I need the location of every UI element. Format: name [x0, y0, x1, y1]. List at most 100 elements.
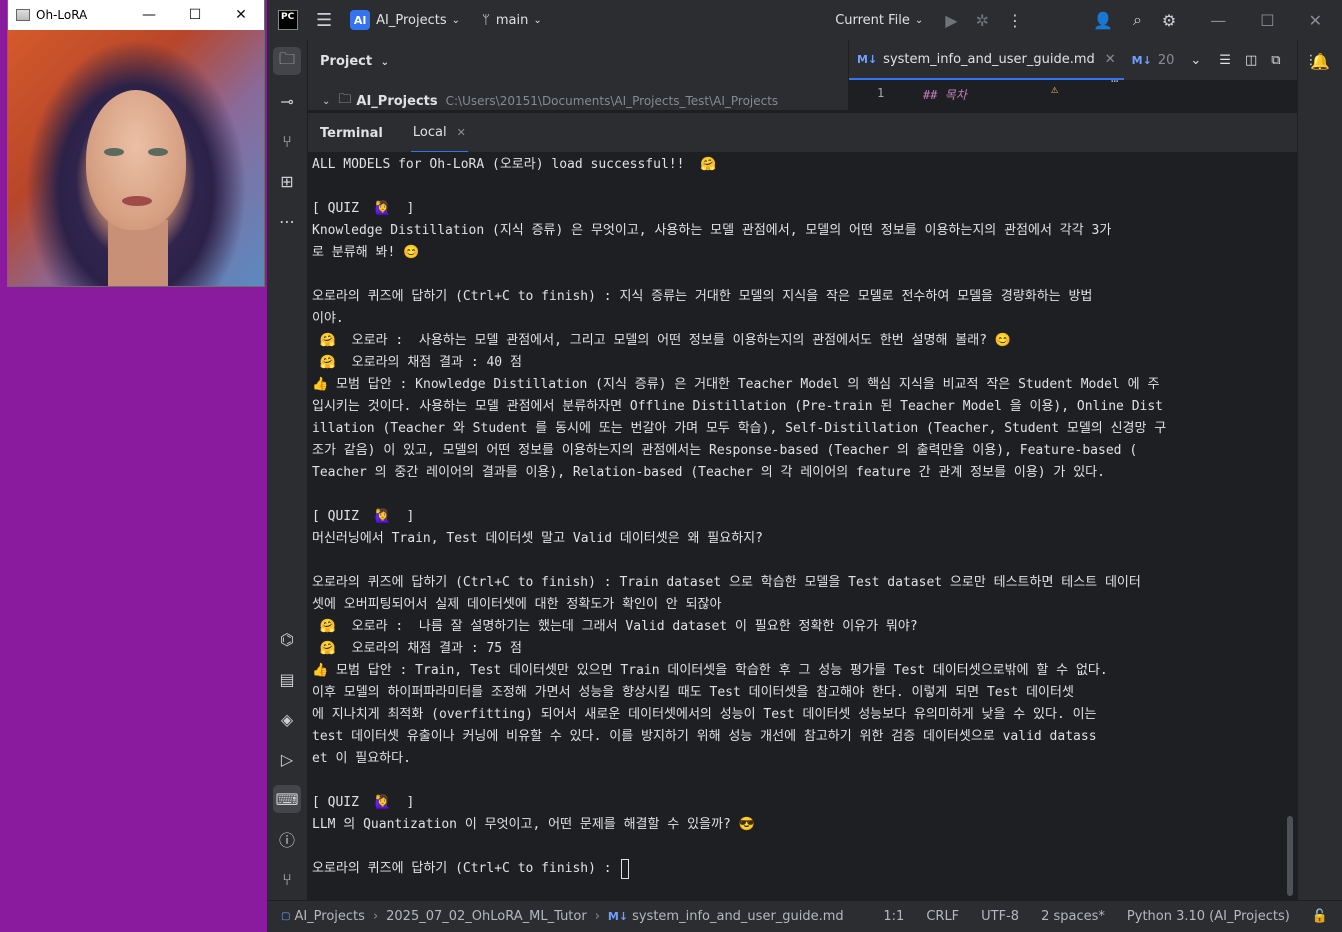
terminal-tab-label: Local	[412, 124, 447, 140]
terminal-header: Terminal Local ✕	[308, 112, 1297, 153]
terminal-scrollbar[interactable]	[1287, 816, 1293, 896]
breadcrumb-separator: ›	[594, 909, 600, 924]
project-root-path: C:\Users\20151\Documents\AI_Projects_Tes…	[445, 94, 779, 108]
window-minimize-button[interactable]: —	[1210, 11, 1226, 30]
project-panel-header[interactable]: Project ⌄	[320, 54, 389, 69]
python-interpreter[interactable]: Python 3.10 (AI_Projects)	[1127, 909, 1290, 924]
close-tab-icon[interactable]: ✕	[457, 126, 466, 139]
maximize-button[interactable]: ☐	[172, 0, 218, 30]
chevron-down-icon: ⌄	[914, 14, 924, 26]
list-view-icon[interactable]: ☰	[1219, 53, 1231, 68]
terminal-prompt: 오로라의 퀴즈에 답하기 (Ctrl+C to finish) :	[312, 861, 620, 876]
tabs-dropdown-chevron-icon[interactable]: ⌄	[1190, 53, 1201, 68]
lock-icon[interactable]: 🔓	[1312, 909, 1328, 924]
ohlora-title: Oh-LoRA	[36, 8, 88, 22]
excel-icon[interactable]: ▤	[273, 665, 301, 693]
editor-more-icon[interactable]: ⋮	[1305, 53, 1318, 68]
settings-gear-icon[interactable]: ⚙	[1162, 11, 1176, 30]
terminal-prompt-line[interactable]: 오로라의 퀴즈에 답하기 (Ctrl+C to finish) :	[312, 858, 1287, 880]
status-bar: ▢ AI_Projects › 2025_07_02_OhLoRA_ML_Tut…	[267, 900, 1342, 932]
project-panel-title: Project	[320, 54, 373, 69]
run-config-label: Current File	[835, 12, 910, 28]
terminal-line: 오로라의 퀴즈에 답하기 (Ctrl+C to finish) : 지식 증류는…	[312, 289, 1093, 304]
editor-content[interactable]: 1 ## 목차 ⚠ ⋯	[849, 74, 1297, 110]
terminal-title: Terminal	[320, 125, 383, 141]
terminal-line: 🤗 오로라의 채점 결과 : 40 점	[312, 355, 522, 370]
problems-icon[interactable]: ⓘ	[273, 825, 301, 853]
chevron-down-icon: ⌄	[380, 57, 389, 68]
editor-tab-label: system_info_and_user_guide.md	[883, 51, 1095, 67]
editor-tab-second[interactable]: M↓ 20	[1124, 40, 1183, 80]
terminal-tab-local[interactable]: Local ✕	[410, 113, 468, 153]
breadcrumb-folder[interactable]: 2025_07_02_OhLoRA_ML_Tutor	[386, 909, 587, 924]
terminal-line: [ QUIZ 🙋‍♀️ ]	[312, 201, 415, 216]
layers-icon[interactable]: ◈	[273, 705, 301, 733]
add-user-icon[interactable]: 👤	[1093, 11, 1113, 30]
preview-icon[interactable]: ⧉	[1271, 53, 1280, 68]
indent-setting[interactable]: 2 spaces*	[1041, 909, 1105, 924]
run-config-selector[interactable]: Current File ⌄	[835, 13, 923, 28]
terminal-output[interactable]: ALL MODELS for Oh-LoRA (오로라) load succes…	[308, 152, 1297, 900]
terminal-line: 오로라의 퀴즈에 답하기 (Ctrl+C to finish) : Train …	[312, 575, 1141, 590]
branch-name: main	[495, 12, 529, 28]
terminal-line: [ QUIZ 🙋‍♀️ ]	[312, 509, 415, 524]
debug-icon[interactable]: ✲	[976, 11, 989, 30]
line-ending[interactable]: CRLF	[926, 909, 959, 924]
status-right: 1:1 CRLF UTF-8 2 spaces* Python 3.10 (AI…	[861, 901, 1328, 932]
git-icon[interactable]: ⑂	[273, 865, 301, 893]
terminal-line: [ QUIZ 🙋‍♀️ ]	[312, 795, 415, 810]
code-line: ## 목차	[923, 88, 967, 102]
pull-requests-icon[interactable]: ⑂	[273, 127, 301, 155]
more-icon[interactable]: ⋮	[1007, 11, 1023, 30]
ohlora-window: Oh-LoRA — ☐ ✕	[8, 0, 264, 286]
more-tools-icon[interactable]: ⋯	[273, 207, 301, 235]
split-preview-icon[interactable]: ◫	[1245, 53, 1257, 68]
cursor-position[interactable]: 1:1	[883, 909, 904, 924]
project-root-name: AI_Projects	[356, 93, 438, 109]
project-tree-root[interactable]: ⌄ 🗀 AI_Projects C:\Users\20151\Documents…	[322, 90, 778, 112]
portrait-face	[86, 90, 186, 230]
file-encoding[interactable]: UTF-8	[981, 909, 1019, 924]
breadcrumb-project[interactable]: AI_Projects	[294, 909, 364, 924]
fold-more-icon[interactable]: ⋯	[1111, 74, 1118, 88]
close-button[interactable]: ✕	[218, 0, 264, 30]
run-icon[interactable]: ▶	[945, 11, 957, 30]
editor-tab-system-info[interactable]: M↓ system_info_and_user_guide.md ✕	[849, 40, 1124, 80]
project-switcher[interactable]: AI AI_Projects ⌄	[350, 10, 460, 30]
terminal-line: 입시키는 것이다. 사용하는 모델 관점에서 분류하자면 Offline Dis…	[312, 399, 1163, 414]
terminal-line: 👍 모범 답안 : Train, Test 데이터셋만 있으면 Train 데이…	[312, 663, 1108, 678]
top-right-actions: Current File ⌄ ▶ ✲ ⋮ 👤 ⌕ ⚙ — ☐ ✕	[835, 0, 1342, 40]
chevron-down-icon: ⌄	[533, 14, 542, 26]
structure-icon[interactable]: ⊞	[273, 167, 301, 195]
module-icon: ▢	[281, 911, 291, 922]
terminal-line: test 데이터셋 유출이나 커닝에 비유할 수 있다. 이를 방지하기 위해 …	[312, 729, 1097, 744]
close-tab-icon[interactable]: ✕	[1105, 52, 1116, 67]
ohlora-titlebar[interactable]: Oh-LoRA — ☐ ✕	[8, 0, 264, 30]
minimize-button[interactable]: —	[126, 0, 172, 30]
window-close-button[interactable]: ✕	[1309, 11, 1322, 30]
terminal-cursor[interactable]	[621, 858, 630, 879]
window-maximize-button[interactable]: ☐	[1260, 11, 1274, 30]
main-menu-icon[interactable]: ☰	[316, 10, 332, 31]
python-console-icon[interactable]: ⌬	[273, 625, 301, 653]
terminal-line: ALL MODELS for Oh-LoRA (오로라) load succes…	[312, 157, 717, 172]
commit-icon[interactable]: ⊸	[273, 87, 301, 115]
terminal-line: illation (Teacher 와 Student 를 동시에 또는 번갈아…	[312, 421, 1167, 436]
terminal-line: 이야.	[312, 311, 344, 326]
terminal-line: 셋에 오버피팅되어서 실제 데이터셋에 대한 정확도가 확인이 안 되잖아	[312, 597, 722, 612]
chevron-down-icon: ⌄	[322, 95, 331, 107]
warning-icon[interactable]: ⚠	[1051, 82, 1058, 96]
chevron-down-icon: ⌄	[451, 14, 461, 26]
branch-switcher[interactable]: ᛘ main ⌄	[482, 13, 542, 28]
breadcrumb-file[interactable]: system_info_and_user_guide.md	[632, 909, 844, 924]
search-icon[interactable]: ⌕	[1133, 10, 1142, 30]
project-folder-icon[interactable]: 🗀	[273, 47, 301, 75]
terminal-icon[interactable]: ⌨	[273, 785, 301, 813]
services-icon[interactable]: ▷	[273, 745, 301, 773]
terminal-line: 머신러닝에서 Train, Test 데이터셋 말고 Valid 데이터셋은 왜…	[312, 531, 763, 546]
top-toolbar: PC ☰ AI AI_Projects ⌄ ᛘ main ⌄ Current F…	[267, 0, 1342, 40]
